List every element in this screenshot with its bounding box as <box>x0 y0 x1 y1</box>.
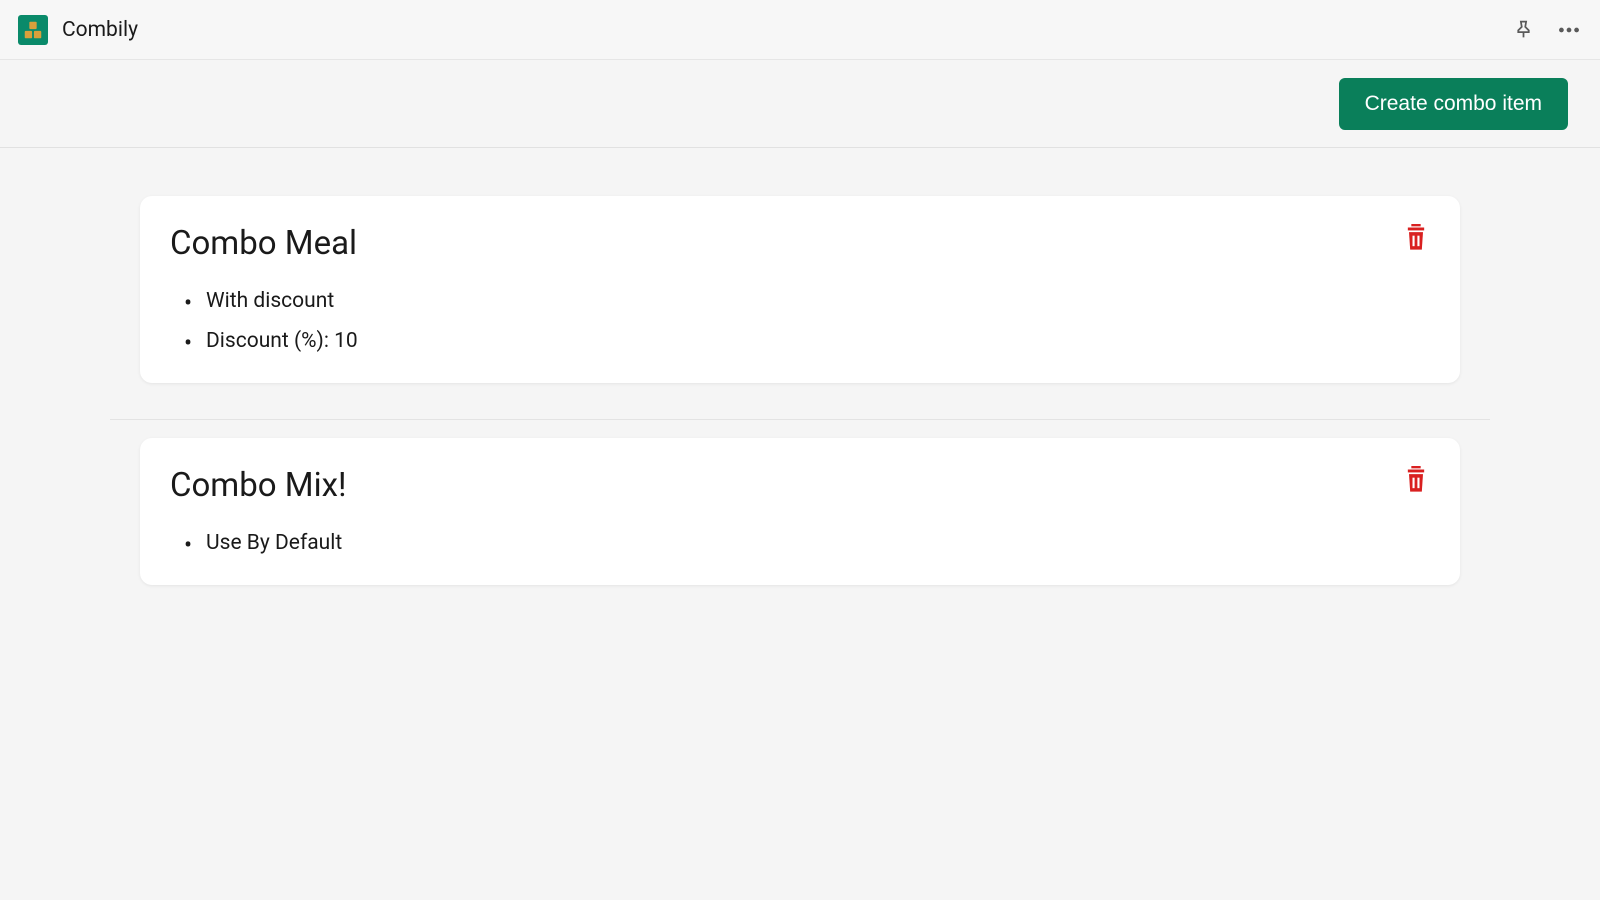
card-header: Combo Meal <box>170 224 1430 263</box>
card-title: Combo Meal <box>170 224 357 263</box>
card-header: Combo Mix! <box>170 466 1430 505</box>
card-list: Use By Default <box>170 531 1430 555</box>
trash-icon <box>1402 240 1430 255</box>
list-item: With discount <box>184 289 1430 313</box>
separator <box>110 419 1490 420</box>
actionbar: Create combo item <box>0 60 1600 148</box>
create-combo-button[interactable]: Create combo item <box>1339 78 1568 130</box>
list-item: Discount (%): 10 <box>184 329 1430 353</box>
topbar-right <box>1513 17 1582 43</box>
content: Combo Meal With discount Discount (%): 1… <box>0 148 1600 585</box>
more-icon[interactable] <box>1556 17 1582 43</box>
delete-button[interactable] <box>1402 224 1430 255</box>
list-item: Use By Default <box>184 531 1430 555</box>
topbar: Combily <box>0 0 1600 60</box>
combo-card: Combo Mix! Use By Default <box>140 438 1460 585</box>
pin-icon[interactable] <box>1513 19 1534 40</box>
card-title: Combo Mix! <box>170 466 347 505</box>
app-name: Combily <box>62 18 138 42</box>
card-list: With discount Discount (%): 10 <box>170 289 1430 353</box>
combo-card: Combo Meal With discount Discount (%): 1… <box>140 196 1460 383</box>
app-icon <box>18 15 48 45</box>
trash-icon <box>1402 482 1430 497</box>
topbar-left: Combily <box>18 15 138 45</box>
delete-button[interactable] <box>1402 466 1430 497</box>
